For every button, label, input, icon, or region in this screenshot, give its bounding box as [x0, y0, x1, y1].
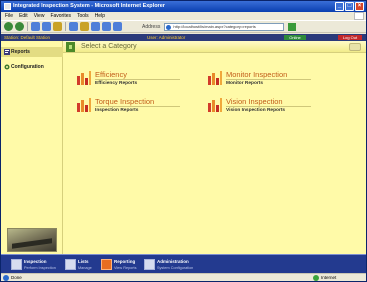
- print-button[interactable]: [113, 22, 122, 31]
- nav-administration[interactable]: Administration System Configuration: [144, 258, 214, 272]
- sidebar-item-configuration[interactable]: Configuration: [1, 62, 63, 72]
- app-header-bar: Station: Default Station User: Administr…: [1, 34, 366, 41]
- category-title[interactable]: Torque Inspection: [95, 97, 154, 106]
- menu-bar: File Edit View Favorites Tools Help: [1, 12, 366, 20]
- category-divider: [226, 79, 311, 80]
- category-divider: [226, 106, 311, 107]
- category-title[interactable]: Efficiency: [95, 70, 127, 79]
- category-header: Select a Category: [63, 41, 366, 53]
- bar-chart-icon[interactable]: [207, 70, 223, 85]
- maximize-button[interactable]: □: [345, 2, 354, 11]
- category-link[interactable]: Monitor Reports: [226, 81, 263, 87]
- user-label: User: Administrator: [147, 35, 186, 40]
- browser-toolbar: Address http://localhost/iis/main.aspx?c…: [1, 20, 366, 33]
- status-text: Done: [11, 275, 22, 280]
- toolbar-divider: [65, 22, 66, 31]
- category-monitor-inspection: Monitor Inspection Monitor Reports: [207, 70, 317, 92]
- title-bar: Integrated Inspection System - Microsoft…: [1, 1, 366, 12]
- windows-logo-icon: [354, 12, 364, 20]
- stop-button[interactable]: [31, 22, 40, 31]
- status-bar: Done Internet: [1, 273, 366, 281]
- address-bar[interactable]: http://localhost/iis/main.aspx?category=…: [164, 22, 285, 31]
- bar-chart-icon[interactable]: [207, 97, 223, 112]
- nav-inspection[interactable]: Inspection Perform Inspection: [11, 258, 61, 272]
- nav-subtitle: View Reports: [114, 266, 137, 270]
- page-title: Select a Category: [81, 43, 137, 50]
- nav-subtitle: System Configuration: [157, 266, 194, 270]
- bottom-nav: Inspection Perform Inspection Lists Mana…: [1, 254, 366, 273]
- window-controls: _ □ ×: [335, 2, 364, 11]
- nav-reporting[interactable]: Reporting View Reports: [101, 258, 141, 272]
- bar-chart-icon[interactable]: [76, 70, 92, 85]
- category-link[interactable]: Efficiency Reports: [95, 81, 137, 87]
- online-button[interactable]: Online: [284, 35, 306, 40]
- page-done-icon: [3, 275, 9, 281]
- menu-file[interactable]: File: [5, 12, 13, 20]
- go-button[interactable]: [288, 22, 297, 31]
- nav-subtitle: Manage: [78, 266, 92, 270]
- category-title[interactable]: Vision Inspection: [226, 97, 283, 106]
- help-icon[interactable]: [349, 43, 361, 51]
- main-content: Select a Category Efficiency Efficiency …: [63, 41, 366, 254]
- search-button[interactable]: [69, 22, 78, 31]
- category-link[interactable]: Vision Inspection Reports: [226, 108, 285, 114]
- refresh-button[interactable]: [42, 22, 51, 31]
- forward-button[interactable]: [15, 22, 24, 31]
- category-link[interactable]: Inspection Reports: [95, 108, 138, 114]
- mail-button[interactable]: [102, 22, 111, 31]
- reporting-icon: [101, 259, 112, 270]
- nav-lists[interactable]: Lists Manage: [65, 258, 99, 272]
- sidebar-item-label: Reports: [11, 49, 30, 55]
- menu-favorites[interactable]: Favorites: [50, 12, 71, 20]
- sidebar-item-label: Configuration: [11, 64, 44, 70]
- category-divider: [95, 106, 180, 107]
- menu-view[interactable]: View: [34, 12, 45, 20]
- home-button[interactable]: [53, 22, 62, 31]
- station-label: Station: Default Station: [4, 35, 51, 40]
- menu-edit[interactable]: Edit: [19, 12, 28, 20]
- sidebar: Reports Configuration: [1, 41, 63, 254]
- bar-chart-icon[interactable]: [76, 97, 92, 112]
- toolbar-divider: [27, 22, 28, 31]
- category-torque-inspection: Torque Inspection Inspection Reports: [76, 97, 186, 119]
- category-title[interactable]: Monitor Inspection: [226, 70, 287, 79]
- favorites-button[interactable]: [80, 22, 89, 31]
- administration-icon: [144, 259, 155, 270]
- lists-icon: [65, 259, 76, 270]
- window-title: Integrated Inspection System - Microsoft…: [13, 3, 165, 9]
- category-divider: [95, 79, 180, 80]
- address-value: http://localhost/iis/main.aspx?category=…: [173, 23, 256, 29]
- page-icon: [166, 24, 172, 30]
- internet-zone: Internet: [313, 274, 336, 282]
- history-button[interactable]: [91, 22, 100, 31]
- back-button[interactable]: [4, 22, 13, 31]
- browser-window: Integrated Inspection System - Microsoft…: [0, 0, 367, 282]
- minimize-button[interactable]: _: [335, 2, 344, 11]
- menu-help[interactable]: Help: [95, 12, 105, 20]
- category-efficiency: Efficiency Efficiency Reports: [76, 70, 186, 92]
- menu-tools[interactable]: Tools: [77, 12, 89, 20]
- logout-button[interactable]: Log Out: [338, 35, 362, 40]
- nav-subtitle: Perform Inspection: [24, 266, 56, 270]
- report-icon: [4, 49, 10, 55]
- sidebar-item-reports[interactable]: Reports: [1, 47, 63, 57]
- category-vision-inspection: Vision Inspection Vision Inspection Repo…: [207, 97, 317, 119]
- category-marker-icon: [66, 42, 75, 52]
- ie-icon: [4, 3, 11, 10]
- sidebar-photo: [7, 228, 57, 252]
- configuration-icon: [4, 64, 10, 70]
- inspection-icon: [11, 259, 22, 270]
- address-label: Address: [142, 23, 161, 30]
- close-button[interactable]: ×: [355, 2, 364, 11]
